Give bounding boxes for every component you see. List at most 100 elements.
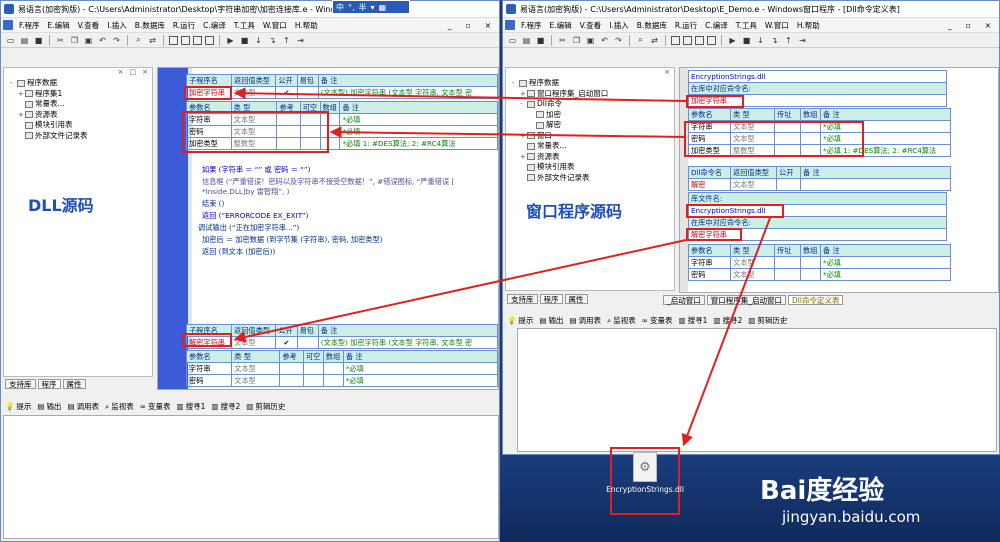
dll-name-decrypt[interactable]: 解密 <box>688 178 731 191</box>
tab-variables[interactable]: ∞ 变量表 <box>140 401 171 412</box>
code-line[interactable]: 返回 (“ERRORCODE EX_EXIT”) <box>202 211 308 221</box>
undo-icon[interactable]: ↶ <box>599 35 610 45</box>
layout-3-icon[interactable] <box>695 35 704 45</box>
right-output-panel[interactable] <box>517 328 997 452</box>
new-file-icon[interactable]: ▭ <box>507 35 518 45</box>
tab-support-library[interactable]: 支持库 <box>507 294 538 304</box>
tab-clip-history[interactable]: ▥ 剪辑历史 <box>246 401 285 412</box>
tree-item-window-assembly[interactable]: + 窗口程序集_启动窗口 <box>512 89 674 100</box>
save-icon[interactable]: ■ <box>33 35 44 45</box>
tree-item-modules[interactable]: 模块引用表 <box>512 162 674 173</box>
tab-program[interactable]: 程序 <box>539 294 563 304</box>
tab-clip-history[interactable]: ▥ 剪辑历史 <box>748 315 787 326</box>
undo-icon[interactable]: ↶ <box>97 35 108 45</box>
menu-item-help[interactable]: H.帮助 <box>793 20 824 31</box>
collapse-icon[interactable]: - <box>10 78 17 89</box>
tree-item-dll-commands[interactable]: - Dll命令 <box>512 99 674 110</box>
tree-item-resources[interactable]: + 资源表 <box>512 152 674 163</box>
layout-1-icon[interactable] <box>671 35 680 45</box>
replace-icon[interactable]: ⇄ <box>649 35 660 45</box>
ime-indicator[interactable]: 中 °, 半 ▾ ▦ <box>332 0 410 14</box>
open-file-icon[interactable]: ▤ <box>19 35 30 45</box>
tab-search1[interactable]: ▥ 搜寻1 <box>176 401 205 412</box>
tab-watch[interactable]: ⌕ 监视表 <box>105 401 134 412</box>
redo-icon[interactable]: ↷ <box>613 35 624 45</box>
tree-item-encrypt[interactable]: 加密 <box>512 110 674 121</box>
code-line[interactable]: 如果 (字符串 ＝ “” 或 密码 ＝ “”) <box>202 165 310 175</box>
tab-call-table[interactable]: ▤ 调用表 <box>569 315 601 326</box>
tab-search2[interactable]: ▥ 搜寻2 <box>713 315 742 326</box>
step-over-icon[interactable]: ↴ <box>267 35 278 45</box>
step-out-icon[interactable]: ↑ <box>783 35 794 45</box>
redo-icon[interactable]: ↷ <box>111 35 122 45</box>
menu-item-tools[interactable]: T.工具 <box>732 20 761 31</box>
replace-icon[interactable]: ⇄ <box>147 35 158 45</box>
tab-support-library[interactable]: 支持库 <box>5 379 36 389</box>
menu-item-run[interactable]: R.运行 <box>671 20 701 31</box>
mdi-restore-icon[interactable]: ▫ <box>962 21 975 30</box>
tree-item-constants[interactable]: 常量表... <box>512 141 674 152</box>
layout-4-icon[interactable] <box>205 35 214 45</box>
find-icon[interactable]: ⌕ <box>133 35 144 45</box>
run-to-cursor-icon[interactable]: ⇥ <box>295 35 306 45</box>
copy-icon[interactable]: ❐ <box>571 35 582 45</box>
mdi-close-icon[interactable]: × <box>481 21 495 30</box>
layout-3-icon[interactable] <box>193 35 202 45</box>
paste-icon[interactable]: ▣ <box>585 35 596 45</box>
expand-icon[interactable]: + <box>520 152 527 163</box>
tab-output[interactable]: ▤ 输出 <box>37 401 61 412</box>
code-line[interactable]: *Inside.DLL]by 雷智翔”, ) <box>202 187 289 197</box>
layout-1-icon[interactable] <box>169 35 178 45</box>
menu-item-compile[interactable]: C.编译 <box>199 20 230 31</box>
run-to-cursor-icon[interactable]: ⇥ <box>797 35 808 45</box>
tree-item-decrypt[interactable]: 解密 <box>512 120 674 131</box>
expand-icon[interactable]: + <box>520 131 527 142</box>
tab-program[interactable]: 程序 <box>37 379 61 389</box>
collapse-icon[interactable]: - <box>512 78 519 89</box>
cut-icon[interactable]: ✂ <box>557 35 568 45</box>
collapse-icon[interactable]: - <box>520 99 527 110</box>
menu-item-window[interactable]: W.窗口 <box>761 20 793 31</box>
tree-item-constants[interactable]: 常量表... <box>10 99 152 110</box>
layout-2-icon[interactable] <box>683 35 692 45</box>
mdi-minimize-icon[interactable]: _ <box>944 21 956 30</box>
menu-app-icon[interactable] <box>3 20 13 30</box>
mdi-restore-icon[interactable]: ▫ <box>462 21 475 30</box>
tree-item-resources[interactable]: + 资源表 <box>10 110 152 121</box>
menu-item-database[interactable]: B.数据库 <box>633 20 671 31</box>
doc-tab-start-window[interactable]: _启动窗口 <box>663 295 705 305</box>
paste-icon[interactable]: ▣ <box>83 35 94 45</box>
menu-item-compile[interactable]: C.编译 <box>701 20 732 31</box>
expand-icon[interactable]: + <box>18 110 25 121</box>
run-icon[interactable]: ▶ <box>727 35 738 45</box>
mdi-close-icon[interactable]: × <box>981 21 995 30</box>
menu-item-run[interactable]: R.运行 <box>169 20 199 31</box>
tree-item-modules[interactable]: 模块引用表 <box>10 120 152 131</box>
menu-item-edit[interactable]: E.编辑 <box>44 20 74 31</box>
step-into-icon[interactable]: ↓ <box>755 35 766 45</box>
run-icon[interactable]: ▶ <box>225 35 236 45</box>
expand-icon[interactable]: + <box>520 89 527 100</box>
cut-icon[interactable]: ✂ <box>55 35 66 45</box>
menu-item-help[interactable]: H.帮助 <box>291 20 322 31</box>
doc-tab-window-assembly[interactable]: 窗口程序集_启动窗口 <box>706 295 786 305</box>
menu-item-view[interactable]: V.查看 <box>74 20 104 31</box>
tree-item-window[interactable]: + 窗口 <box>512 131 674 142</box>
menu-item-view[interactable]: V.查看 <box>576 20 606 31</box>
tab-properties[interactable]: 属性 <box>564 294 588 304</box>
layout-2-icon[interactable] <box>181 35 190 45</box>
tab-variables[interactable]: ∞ 变量表 <box>642 315 673 326</box>
tab-search2[interactable]: ▥ 搜寻2 <box>211 401 240 412</box>
menu-item-program[interactable]: F.程序 <box>517 20 546 31</box>
tree-item-assembly[interactable]: + 程序集1 <box>10 89 152 100</box>
menu-item-edit[interactable]: E.编辑 <box>546 20 576 31</box>
tree-close-icon[interactable]: × <box>664 68 670 78</box>
step-into-icon[interactable]: ↓ <box>253 35 264 45</box>
tree-item-program-data[interactable]: - 程序数据 <box>10 78 152 89</box>
menu-item-insert[interactable]: I.插入 <box>605 20 633 31</box>
code-line[interactable]: 加密后 ＝ 加密数据 (到字节集 (字符串), 密码, 加密类型) <box>202 235 382 245</box>
tab-hint[interactable]: 💡 提示 <box>507 315 533 326</box>
code-line[interactable]: 返回 (到文本 (加密后)) <box>202 247 275 257</box>
tab-call-table[interactable]: ▤ 调用表 <box>67 401 99 412</box>
tab-output[interactable]: ▤ 输出 <box>539 315 563 326</box>
